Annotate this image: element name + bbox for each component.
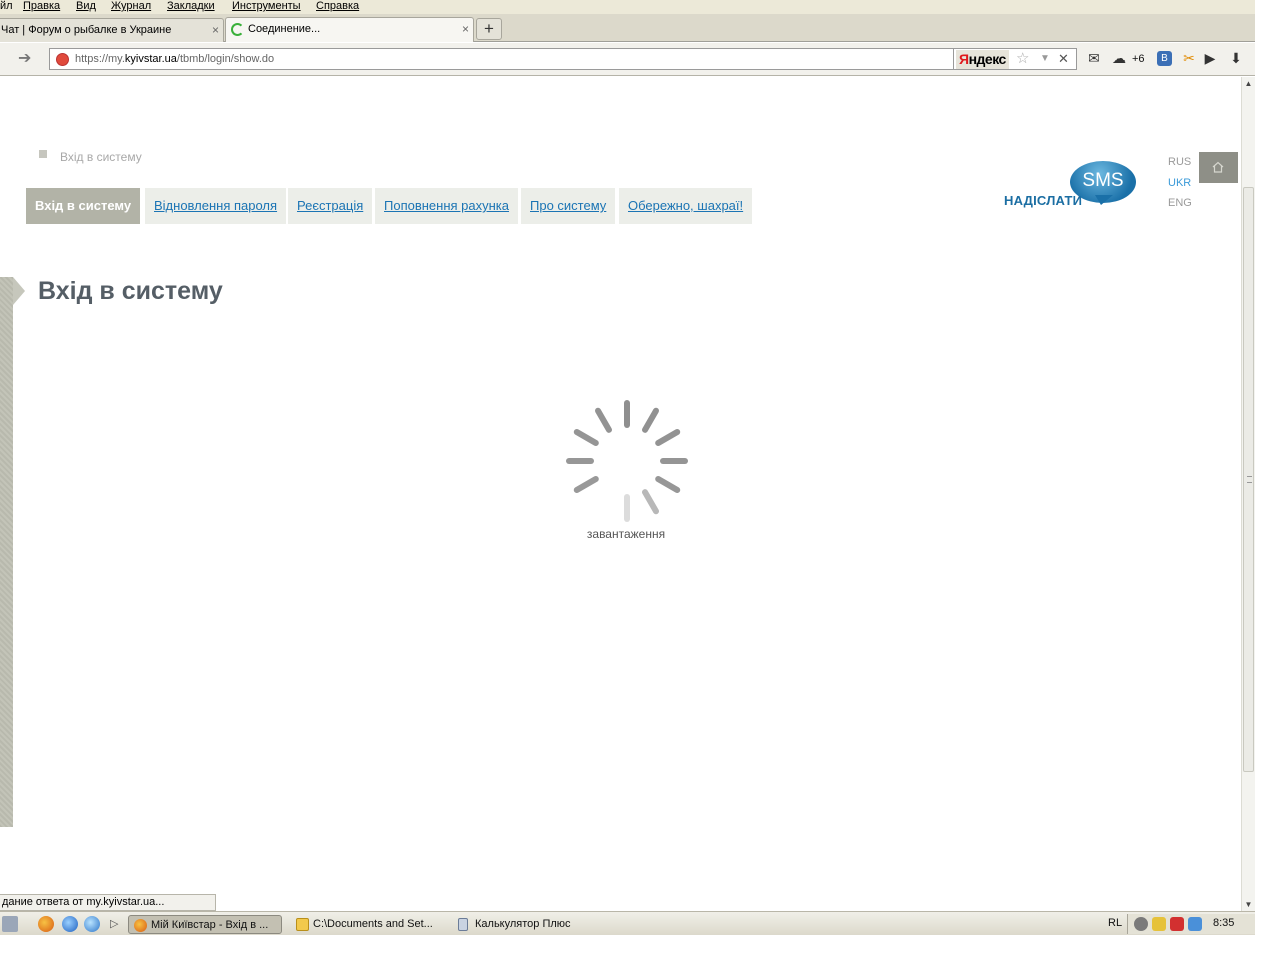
loading-text: завантаження (586, 527, 666, 541)
mail-icon[interactable]: ✉ (1085, 49, 1103, 67)
home-icon (1212, 161, 1224, 173)
firefox-icon (134, 919, 147, 932)
ie-quicklaunch-icon[interactable] (62, 916, 78, 932)
lang-rus[interactable]: RUS (1168, 155, 1191, 169)
tab-title: Соединение... (248, 23, 321, 35)
send-sms-button[interactable]: SMS НАДІСЛАТИ (1003, 159, 1143, 215)
tab-about[interactable]: Про систему (521, 188, 616, 224)
camera-icon[interactable] (1188, 917, 1202, 931)
scrollbar-thumb[interactable] (1243, 187, 1254, 772)
site-identity-icon[interactable] (56, 53, 69, 66)
tab-top-up[interactable]: Поповнення рахунка (375, 188, 519, 224)
home-button[interactable] (1199, 152, 1238, 183)
system-tray (1127, 914, 1255, 934)
yandex-search-box[interactable]: Яндекс ☆ ▼ ✕ (954, 48, 1077, 70)
taskbar-button-calculator[interactable]: Калькулятор Плюс (453, 915, 607, 934)
forward-arrow-icon[interactable]: ➔ (18, 49, 38, 69)
loading-spinner-icon (566, 400, 688, 522)
tab-registration[interactable]: Реєстрація (288, 188, 373, 224)
play-icon[interactable]: ▶ (1201, 49, 1219, 67)
folder-icon (296, 918, 309, 931)
page-title: Вхід в систему (38, 277, 223, 305)
taskbar: ▷ Мій Київстар - Вхід в ... C:\Documents… (0, 911, 1255, 935)
breadcrumb-current: Вхід в систему (60, 150, 142, 164)
sms-send-label: НАДІСЛАТИ (1004, 193, 1083, 208)
market-icon[interactable]: ✂ (1180, 49, 1198, 67)
menu-bar: йл Правка Вид Журнал Закладки Инструмент… (0, 0, 1255, 14)
close-icon[interactable]: × (462, 18, 469, 40)
sms-bubble-label: SMS (1082, 170, 1124, 191)
menu-file[interactable]: йл (0, 0, 13, 13)
page-viewport: Вхід в систему Вхід в систему Відновленн… (0, 77, 1241, 911)
dropdown-arrow-icon[interactable]: ▼ (1040, 49, 1050, 69)
tab-password-recovery[interactable]: Відновлення пароля (145, 188, 287, 224)
tab-login[interactable]: Вхід в систему (26, 188, 141, 224)
navigation-bar: ➔ https://my.kyivstar.ua/tbmb/login/show… (0, 43, 1255, 76)
taskbar-button-explorer[interactable]: C:\Documents and Set... (291, 915, 445, 934)
weather-temperature: +6 (1132, 53, 1145, 65)
vk-icon[interactable]: В (1157, 51, 1172, 66)
keyboard-language-indicator[interactable]: RL (1108, 917, 1122, 929)
vertical-scrollbar[interactable]: ▲ ▼ (1241, 77, 1255, 911)
tab-fraud-warning[interactable]: Обережно, шахраї! (619, 188, 753, 224)
close-icon[interactable]: × (212, 19, 219, 41)
taskbar-clock: 8:35 (1213, 917, 1235, 929)
volume-icon[interactable] (1134, 917, 1148, 931)
tab-title: Чат | Форум о рыбалке в Украине (1, 24, 172, 36)
breadcrumb-bullet-icon (39, 150, 47, 158)
firefox-quicklaunch-icon[interactable] (38, 916, 54, 932)
calculator-icon (458, 918, 468, 931)
yandex-logo: Яндекс (956, 50, 1009, 69)
left-decorative-bar (0, 277, 25, 827)
browser-tab-forum[interactable]: Чат | Форум о рыбалке в Украине × (0, 18, 224, 42)
address-url: https://my.kyivstar.ua/tbmb/login/show.d… (75, 53, 275, 65)
browser-tab-connecting[interactable]: Соединение... × (225, 17, 474, 42)
address-bar[interactable]: https://my.kyivstar.ua/tbmb/login/show.d… (49, 48, 954, 70)
lang-ukr[interactable]: UKR (1168, 176, 1191, 190)
clear-icon[interactable]: ✕ (1058, 49, 1069, 69)
scroll-down-icon[interactable]: ▼ (1242, 898, 1255, 911)
scroll-up-icon[interactable]: ▲ (1242, 77, 1255, 90)
ie-alt-quicklaunch-icon[interactable] (84, 916, 100, 932)
bookmark-star-icon[interactable]: ☆ (1016, 49, 1029, 69)
desktop-screen: йл Правка Вид Журнал Закладки Инструмент… (0, 0, 1280, 960)
status-bar: дание ответа от my.kyivstar.ua... (0, 894, 216, 911)
weather-icon[interactable]: ☁ (1110, 49, 1128, 67)
download-icon[interactable]: ⬇ (1227, 49, 1245, 67)
lang-eng[interactable]: ENG (1168, 196, 1192, 210)
loading-spinner-icon (231, 23, 244, 36)
start-icon[interactable] (2, 916, 18, 932)
antivirus-icon[interactable] (1170, 917, 1184, 931)
taskbar-button-firefox[interactable]: Мій Київстар - Вхід в ... (128, 915, 282, 934)
quicklaunch-expand-icon[interactable]: ▷ (110, 915, 120, 934)
new-tab-button[interactable]: + (476, 18, 502, 40)
network-icon[interactable] (1152, 917, 1166, 931)
